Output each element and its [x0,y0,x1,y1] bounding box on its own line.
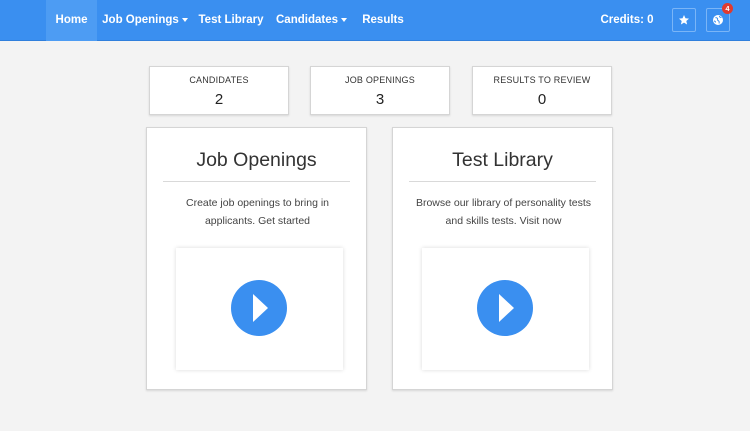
stat-job-openings[interactable]: JOB OPENINGS 3 [310,66,450,115]
chevron-down-icon [341,17,347,22]
play-icon [499,294,514,322]
job-openings-card-title: Job Openings [196,149,317,171]
nav-test-library[interactable]: Test Library [193,0,269,41]
nav-candidates[interactable]: Candidates [269,0,354,41]
nav-home-label: Home [55,14,88,26]
notification-badge: 4 [722,3,733,14]
top-navbar: Home Job Openings Test Library Candidate… [0,0,750,41]
nav-results-label: Results [362,14,404,26]
test-library-card-description: Browse our library of personality tests … [415,197,592,227]
play-button[interactable] [231,280,287,336]
star-icon [679,15,689,25]
test-library-video[interactable] [422,248,589,370]
credits-indicator: Credits: 0 [600,14,654,26]
job-openings-video[interactable] [176,248,343,370]
play-button[interactable] [477,280,533,336]
nav-job-openings[interactable]: Job Openings [97,0,193,41]
test-library-card: Test Library Browse our library of perso… [392,127,613,390]
stat-candidates-label: CANDIDATES [189,75,249,85]
stat-candidates[interactable]: CANDIDATES 2 [149,66,289,115]
divider [409,181,596,182]
nav-job-openings-label: Job Openings [102,14,179,26]
nav-results[interactable]: Results [354,0,412,41]
test-library-card-title: Test Library [452,149,553,171]
chevron-down-icon [181,17,188,22]
stat-job-openings-label: JOB OPENINGS [345,75,415,85]
job-openings-card: Job Openings Create job openings to brin… [146,127,367,390]
stat-job-openings-value: 3 [375,91,385,108]
divider [163,181,350,182]
nav-test-library-label: Test Library [198,14,264,26]
nav-home[interactable]: Home [46,0,97,41]
stat-results-value: 0 [537,91,547,108]
globe-icon [713,15,723,25]
nav-candidates-label: Candidates [276,14,338,26]
stat-results-to-review[interactable]: RESULTS TO REVIEW 0 [472,66,612,115]
stat-results-label: RESULTS TO REVIEW [493,75,591,85]
stat-candidates-value: 2 [214,91,224,108]
play-icon [253,294,268,322]
favorites-button[interactable] [672,8,696,32]
job-openings-card-description: Create job openings to bring in applican… [185,197,329,227]
